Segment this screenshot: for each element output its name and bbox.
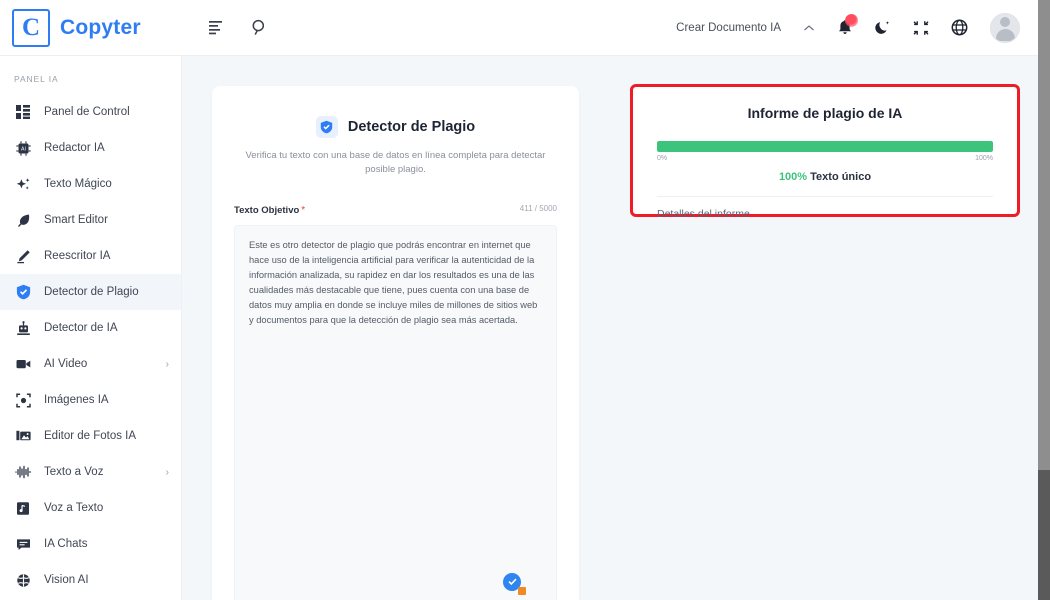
verified-check-badge[interactable]	[503, 572, 535, 600]
sidebar-item-label: Redactor IA	[44, 142, 105, 154]
sidebar-item-panel-de-control[interactable]: Panel de Control	[0, 94, 181, 130]
notification-badge-dot	[845, 14, 858, 27]
sidebar-item-label: AI Video	[44, 358, 88, 370]
dark-mode-moon-icon[interactable]	[875, 19, 891, 36]
brand-name: Copyter	[60, 15, 141, 39]
required-asterisk: *	[301, 204, 306, 216]
card-subtitle: Verifica tu texto con una base de datos …	[245, 150, 546, 176]
sidebar-item-editor-de-fotos-ia[interactable]: Editor de Fotos IA	[0, 418, 181, 454]
character-counter: 411 / 5000	[519, 204, 557, 213]
progress-scale: 0% 100%	[657, 155, 993, 162]
top-header: C Copyter Crear Documento IA	[0, 0, 1038, 56]
sidebar-item-imagenes-ia[interactable]: Imágenes IA	[0, 382, 181, 418]
ai-chip-icon: AI	[14, 139, 32, 157]
target-text-label: Texto Objetivo *	[234, 204, 306, 216]
sidebar-item-vision-ai[interactable]: Vision AI	[0, 562, 181, 598]
brand-area[interactable]: C Copyter	[0, 8, 182, 47]
notification-bell-icon[interactable]	[837, 14, 858, 36]
sidebar-section-label: PANEL IA	[14, 74, 59, 84]
sidebar-item-label: Voz a Texto	[44, 502, 104, 514]
uniqueness-progress-bar	[657, 141, 993, 152]
chevron-up-icon[interactable]	[803, 24, 815, 32]
target-text-input[interactable]	[234, 224, 557, 600]
main-content: Detector de Plagio Verifica tu texto con…	[182, 56, 1038, 600]
list-menu-icon[interactable]	[208, 20, 225, 35]
sidebar-item-voz-a-texto[interactable]: Voz a Texto	[0, 490, 181, 526]
robot-icon	[14, 319, 32, 337]
sidebar-item-label: Vision AI	[44, 574, 89, 586]
magic-sparkle-icon	[14, 175, 32, 193]
sidebar-item-label: Smart Editor	[44, 214, 108, 226]
unique-label: Texto único	[810, 171, 872, 183]
orange-square-icon	[518, 586, 526, 595]
report-details-link[interactable]: Detalles del informe	[657, 208, 993, 220]
chevron-right-icon: ›	[165, 358, 169, 370]
sidebar: PANEL IA Panel de Control AI Redactor IA…	[0, 56, 182, 600]
search-icon[interactable]	[251, 19, 268, 36]
fullscreen-compress-icon[interactable]	[913, 20, 929, 36]
sidebar-item-label: Reescritor IA	[44, 250, 111, 262]
card-header: Detector de Plagio	[234, 116, 557, 138]
create-document-button[interactable]: Crear Documento IA	[676, 22, 781, 34]
app-window: C Copyter Crear Documento IA PANEL IA Pa…	[0, 0, 1050, 600]
feather-pen-icon	[14, 211, 32, 229]
sidebar-item-label: Detector de IA	[44, 322, 118, 334]
sidebar-item-label: Panel de Control	[44, 106, 130, 118]
page-title: Detector de Plagio	[347, 119, 476, 135]
uniqueness-progress-fill	[657, 141, 993, 152]
sidebar-item-ai-video[interactable]: AI Video ›	[0, 346, 181, 382]
sidebar-item-detector-de-plagio[interactable]: Detector de Plagio	[0, 274, 181, 310]
sidebar-item-label: Texto Mágico	[44, 178, 112, 190]
scrollbar-thumb[interactable]	[1038, 0, 1050, 470]
brain-icon	[14, 571, 32, 589]
vertical-scrollbar[interactable]	[1038, 0, 1050, 600]
camera-scan-icon	[14, 391, 32, 409]
sidebar-item-reescritor-ia[interactable]: Reescritor IA	[0, 238, 181, 274]
sidebar-item-label: Detector de Plagio	[44, 286, 139, 298]
unique-result-row: 100% Texto único	[657, 171, 993, 183]
field-header-row: Texto Objetivo * 411 / 5000	[234, 200, 557, 218]
sidebar-item-label: Imágenes IA	[44, 394, 109, 406]
header-right-group: Crear Documento IA	[676, 12, 1038, 43]
photo-edit-icon	[14, 427, 32, 445]
audio-file-icon	[14, 499, 32, 517]
dashboard-grid-icon	[14, 103, 32, 121]
logo-initial: C	[21, 14, 41, 41]
logo-icon: C	[12, 8, 50, 47]
scale-max-label: 100%	[975, 155, 993, 162]
sidebar-item-redactor-ia[interactable]: AI Redactor IA	[0, 130, 181, 166]
chevron-right-icon: ›	[165, 466, 169, 478]
svg-text:AI: AI	[21, 146, 26, 152]
report-title: Informe de plagio de IA	[747, 105, 903, 121]
sidebar-item-smart-editor[interactable]: Smart Editor	[0, 202, 181, 238]
sidebar-item-label: IA Chats	[44, 538, 88, 550]
sidebar-item-label: Editor de Fotos IA	[44, 430, 137, 442]
video-camera-icon	[14, 355, 32, 373]
sidebar-item-ia-chats[interactable]: IA Chats	[0, 526, 181, 562]
sidebar-item-texto-magico[interactable]: Texto Mágico	[0, 166, 181, 202]
avatar[interactable]	[990, 12, 1020, 43]
chat-bubble-icon	[14, 535, 32, 553]
plagiarism-detector-card: Detector de Plagio Verifica tu texto con…	[212, 86, 579, 600]
sidebar-item-label: Texto a Voz	[44, 466, 104, 478]
shield-check-icon	[14, 283, 32, 301]
scale-min-label: 0%	[657, 155, 668, 162]
unique-percent: 100%	[778, 171, 808, 183]
shield-check-icon	[315, 116, 338, 138]
language-globe-icon[interactable]	[951, 19, 968, 36]
plagiarism-report-card: Informe de plagio de IA 0% 100% 100% Tex…	[630, 84, 1020, 220]
header-left-icon-group	[208, 19, 268, 36]
sidebar-item-texto-a-voz[interactable]: Texto a Voz ›	[0, 454, 181, 490]
pencil-icon	[14, 247, 32, 265]
sidebar-item-detector-de-ia[interactable]: Detector de IA	[0, 310, 181, 346]
divider	[657, 196, 993, 197]
audio-waveform-icon	[14, 463, 32, 481]
